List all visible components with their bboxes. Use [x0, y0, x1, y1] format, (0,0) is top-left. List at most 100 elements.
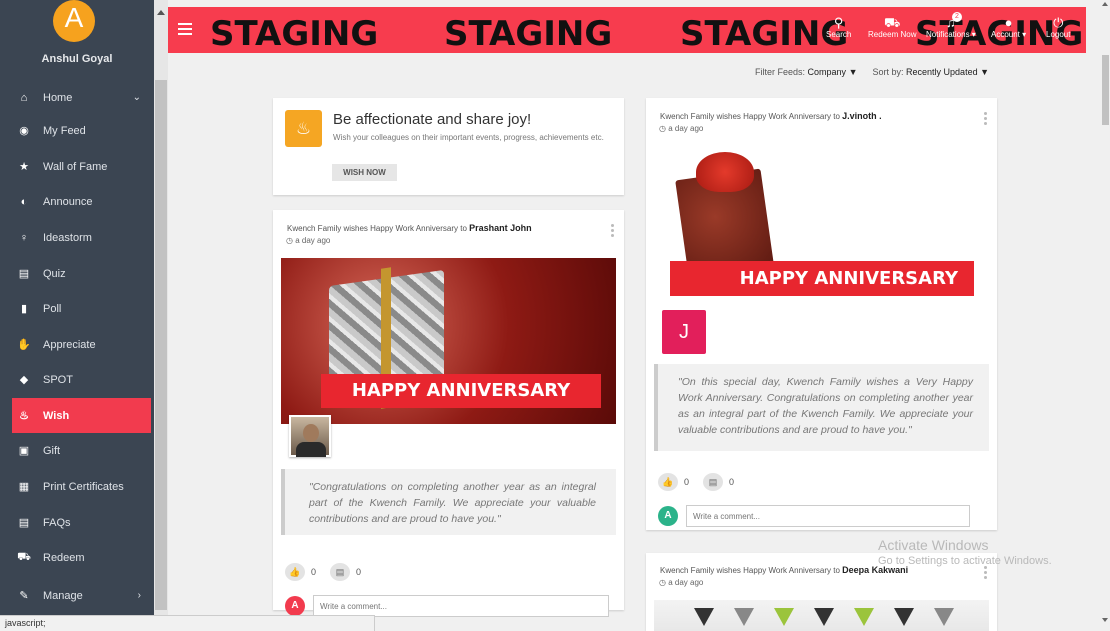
sidebar-item-label: Wall of Fame	[43, 160, 108, 173]
filter-feeds-select[interactable]: Company ▼	[808, 67, 858, 77]
commenter-avatar: A	[658, 506, 678, 526]
feed-post: Kwench Family wishes Happy Work Annivers…	[273, 210, 624, 617]
staging-watermark: STAGING	[444, 14, 613, 53]
sort-by-select[interactable]: Recently Updated ▼	[906, 67, 989, 77]
anniversary-banner: HAPPY ANNIVERSARY J	[654, 146, 989, 361]
anniversary-banner	[654, 600, 989, 631]
feed-filters: Filter Feeds: Company ▼ Sort by: Recentl…	[755, 67, 989, 77]
power-icon: ⏻	[1053, 15, 1064, 30]
sidebar-item-ideastorm[interactable]: ♀ Ideastorm	[12, 220, 151, 255]
bulb-icon: ♀	[19, 231, 29, 244]
comment-input[interactable]	[313, 595, 609, 617]
post-time: ◷ a day ago	[286, 236, 331, 245]
comment-count: 0	[729, 477, 735, 487]
profile: A Anshul Goyal	[0, 0, 154, 82]
redeem-now-button[interactable]: ⛟ Redeem Now	[868, 15, 916, 40]
like-count: 0	[684, 477, 690, 487]
banner-text: HAPPY ANNIVERSARY	[321, 374, 601, 408]
sidebar-item-home[interactable]: ⌂ Home ⌄	[12, 80, 151, 115]
gift-icon: ▣	[18, 445, 30, 457]
like-icon[interactable]: 👍	[658, 473, 678, 491]
menu-icon[interactable]	[178, 23, 192, 35]
profile-name[interactable]: Anshul Goyal	[0, 53, 154, 65]
sidebar-item-label: FAQs	[43, 516, 71, 529]
anniversary-banner: HAPPY ANNIVERSARY	[281, 258, 616, 424]
more-options-icon[interactable]	[982, 566, 988, 581]
sidebar-item-announce[interactable]: ◐ Announce	[12, 184, 151, 219]
wish-now-button[interactable]: WISH NOW	[332, 164, 397, 181]
sidebar-item-label: Wish	[43, 409, 70, 422]
scroll-down-icon[interactable]	[1102, 618, 1108, 622]
comment-icon[interactable]: ▤	[330, 563, 351, 581]
scrollbar-thumb[interactable]	[155, 80, 167, 610]
account-button[interactable]: ● Account ▾	[991, 15, 1026, 40]
comment-row: A	[285, 595, 609, 617]
wish-message: "Congratulations on completing another y…	[281, 469, 616, 535]
staging-watermark: STAGING	[210, 14, 379, 53]
scrollbar-thumb[interactable]	[1102, 55, 1109, 125]
wish-message: "On this special day, Kwench Family wish…	[654, 364, 989, 451]
announce-icon: ◐	[20, 195, 28, 208]
sidebar-item-gift[interactable]: ▣ Gift	[12, 433, 151, 468]
page-scrollbar[interactable]	[1101, 0, 1110, 631]
sidebar-item-label: My Feed	[43, 124, 86, 137]
notifications-button[interactable]: ♫ 2 Notifications ▾	[926, 12, 976, 40]
sidebar-item-faqs[interactable]: ▤ FAQs	[12, 505, 151, 540]
shield-icon: ◆	[19, 374, 29, 386]
sidebar-scrollbar[interactable]	[154, 0, 168, 615]
recipient-photo[interactable]	[289, 415, 331, 457]
post-header: Kwench Family wishes Happy Work Annivers…	[660, 111, 882, 121]
more-options-icon[interactable]	[982, 112, 988, 127]
post-header: Kwench Family wishes Happy Work Annivers…	[660, 565, 909, 575]
poll-icon: ▮	[20, 303, 28, 315]
home-icon: ⌂	[20, 91, 28, 104]
scroll-up-icon[interactable]	[157, 10, 165, 15]
chevron-down-icon: ⌄	[132, 92, 141, 103]
avatar[interactable]: A	[53, 0, 95, 42]
like-icon[interactable]: 👍	[285, 563, 305, 581]
bell-icon: ♫	[946, 15, 956, 30]
user-icon: ●	[1004, 15, 1013, 30]
recipient-avatar[interactable]: J	[662, 310, 706, 354]
sidebar-item-manage[interactable]: ✎ Manage ›	[12, 578, 151, 613]
sidebar-item-label: Manage	[43, 589, 83, 602]
recipient-name[interactable]: J.vinoth .	[842, 111, 882, 121]
sidebar: A Anshul Goyal ⌂ Home ⌄ ◉ My Feed ★ Wall…	[0, 0, 154, 615]
sidebar-item-appreciate[interactable]: ✋ Appreciate	[12, 327, 151, 362]
sidebar-item-wish[interactable]: ♨ Wish	[12, 398, 151, 433]
cake-icon: ♨	[285, 110, 322, 147]
cart-icon: ⛟	[17, 550, 31, 563]
status-bar: javascript;	[0, 615, 375, 631]
like-count: 0	[311, 567, 317, 577]
sidebar-item-spot[interactable]: ◆ SPOT	[12, 362, 151, 397]
more-options-icon[interactable]	[609, 224, 615, 239]
sidebar-item-label: SPOT	[43, 373, 73, 386]
scroll-up-icon[interactable]	[1102, 2, 1108, 6]
post-reactions: 👍 0 ▤ 0	[285, 563, 361, 581]
logout-button[interactable]: ⏻ Logout	[1046, 15, 1070, 40]
recipient-name[interactable]: Prashant John	[469, 223, 532, 233]
sidebar-item-label: Print Certificates	[43, 480, 124, 493]
sidebar-item-my-feed[interactable]: ◉ My Feed	[12, 113, 151, 148]
cart-icon: ⛟	[884, 15, 901, 30]
sidebar-item-quiz[interactable]: ▤ Quiz	[12, 256, 151, 291]
comment-input[interactable]	[686, 505, 970, 527]
commenter-avatar: A	[285, 596, 305, 616]
post-time: ◷ a day ago	[659, 578, 704, 587]
printer-icon: ▦	[18, 481, 30, 493]
sidebar-item-redeem[interactable]: ⛟ Redeem	[12, 540, 151, 575]
notification-badge: 2	[952, 12, 962, 22]
sidebar-item-wall-of-fame[interactable]: ★ Wall of Fame	[12, 149, 151, 184]
sidebar-item-print-certificates[interactable]: ▦ Print Certificates	[12, 469, 151, 504]
filter-feeds-label: Filter Feeds:	[755, 67, 806, 77]
sidebar-item-label: Poll	[43, 302, 62, 315]
sidebar-item-label: Gift	[43, 444, 61, 457]
comment-icon[interactable]: ▤	[703, 473, 724, 491]
pencil-icon: ✎	[19, 590, 29, 602]
search-button[interactable]: ⚲ Search	[826, 15, 851, 40]
sidebar-item-poll[interactable]: ▮ Poll	[12, 291, 151, 326]
sidebar-item-label: Home	[43, 91, 73, 104]
wish-description: Wish your colleagues on their important …	[333, 133, 604, 142]
feed-post: Kwench Family wishes Happy Work Annivers…	[646, 98, 997, 530]
post-time: ◷ a day ago	[659, 124, 704, 133]
